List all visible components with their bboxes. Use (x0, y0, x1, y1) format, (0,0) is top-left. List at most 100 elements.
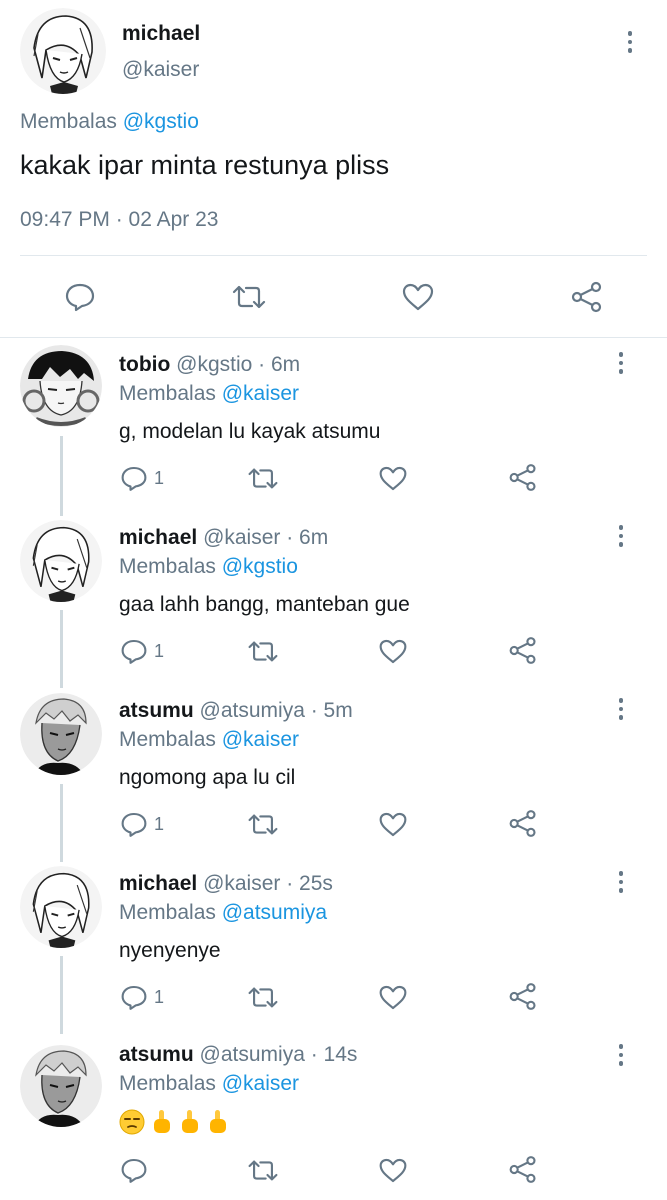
tweet-actions (0, 268, 667, 324)
reply-tweet[interactable]: atsumu @atsumiya · 5m Membalas @kaiser n… (0, 691, 667, 863)
michael-avatar[interactable] (20, 8, 106, 94)
reply-icon (121, 466, 147, 491)
like-icon (379, 639, 407, 664)
share-button[interactable] (508, 809, 538, 838)
reply-count: 1 (154, 814, 165, 834)
reply-header: atsumu @atsumiya · 5m (119, 699, 353, 723)
reply-tweet[interactable]: michael @kaiser · 25s Membalas @atsumiya… (0, 864, 667, 1036)
michael-avatar[interactable] (20, 520, 102, 602)
more-options-icon[interactable] (609, 695, 633, 723)
more-options-icon[interactable] (609, 522, 633, 550)
reply-meta: @kaiser · 6m (203, 526, 329, 549)
atsumu-avatar[interactable] (20, 693, 102, 775)
share-icon (571, 281, 602, 313)
replying-prefix: Membalas (119, 555, 216, 578)
more-options-icon[interactable] (609, 868, 633, 896)
author-handle[interactable]: @kaiser (122, 58, 199, 82)
share-icon (509, 983, 536, 1010)
replying-mention-link[interactable]: @atsumiya (222, 901, 327, 924)
replying-mention-link[interactable]: @kgstio (222, 555, 298, 578)
like-button[interactable] (378, 638, 408, 665)
more-options-icon[interactable] (609, 349, 633, 377)
reply-icon (121, 985, 147, 1010)
like-button[interactable] (378, 1157, 408, 1184)
like-icon (402, 283, 434, 311)
atsumu-avatar[interactable] (20, 1045, 102, 1127)
retweet-button[interactable] (246, 812, 280, 837)
share-button[interactable] (508, 636, 538, 665)
like-button[interactable] (378, 984, 408, 1011)
retweet-icon (248, 814, 278, 835)
tweet-text: kakak ipar minta restunya pliss (20, 150, 390, 180)
retweet-icon (248, 641, 278, 662)
reply-button[interactable] (64, 282, 96, 312)
reply-author-name[interactable]: michael (119, 526, 197, 549)
replying-prefix: Membalas (20, 110, 117, 133)
reply-author-name[interactable]: atsumu (119, 699, 194, 722)
retweet-button[interactable] (246, 1158, 280, 1183)
reply-count: 1 (154, 641, 165, 661)
reply-author-name[interactable]: michael (119, 872, 197, 895)
michael-avatar[interactable] (20, 866, 102, 948)
retweet-icon (232, 285, 266, 309)
replying-prefix: Membalas (119, 901, 216, 924)
replying-to: Membalas @kaiser (119, 728, 299, 752)
divider (20, 255, 647, 256)
like-button[interactable] (401, 282, 435, 312)
main-tweet: michael @kaiser Membalas @kgstio kakak i… (0, 0, 667, 338)
reply-count: 1 (154, 987, 165, 1007)
reply-header: atsumu @atsumiya · 14s (119, 1043, 357, 1067)
like-icon (379, 1158, 407, 1183)
reply-header: michael @kaiser · 25s (119, 872, 333, 896)
more-options-icon[interactable] (618, 28, 642, 56)
unamused-face-emoji (119, 1109, 145, 1135)
replying-prefix: Membalas (119, 728, 216, 751)
reply-button[interactable] (120, 1157, 154, 1184)
reply-meta: @kaiser · 25s (203, 872, 333, 895)
reply-emojis (119, 1109, 229, 1135)
middle-finger-emoji (154, 1110, 170, 1133)
replying-mention-link[interactable]: @kaiser (222, 1072, 299, 1095)
like-button[interactable] (378, 811, 408, 838)
reply-header: michael @kaiser · 6m (119, 526, 328, 550)
share-button[interactable] (508, 463, 538, 492)
reply-button[interactable]: 1 (120, 465, 164, 492)
middle-finger-emoji (210, 1110, 226, 1133)
reply-header: tobio @kgstio · 6m (119, 353, 300, 377)
tweet-timestamp[interactable]: 09:47 PM · 02 Apr 23 (20, 208, 218, 232)
reply-text: ngomong apa lu cil (119, 766, 296, 789)
retweet-button[interactable] (246, 466, 280, 491)
reply-tweet[interactable]: atsumu @atsumiya · 14s Membalas @kaiser (0, 1037, 667, 1200)
retweet-button[interactable] (246, 639, 280, 664)
reply-author-name[interactable]: tobio (119, 353, 170, 376)
retweet-icon (248, 987, 278, 1008)
replying-mention-link[interactable]: @kaiser (222, 728, 299, 751)
replying-mention-link[interactable]: @kaiser (222, 382, 299, 405)
reply-tweet[interactable]: tobio @kgstio · 6m Membalas @kaiser g, m… (0, 345, 667, 517)
tobio-avatar[interactable] (20, 345, 102, 427)
author-name[interactable]: michael (122, 22, 200, 46)
retweet-button[interactable] (230, 283, 268, 311)
replying-mention-link[interactable]: @kgstio (123, 110, 199, 133)
reply-author-name[interactable]: atsumu (119, 1043, 194, 1066)
reply-button[interactable]: 1 (120, 811, 164, 838)
share-button[interactable] (508, 982, 538, 1011)
reply-meta: @atsumiya · 14s (199, 1043, 358, 1066)
reply-tweet[interactable]: michael @kaiser · 6m Membalas @kgstio ga… (0, 518, 667, 690)
reply-icon (121, 812, 147, 837)
middle-finger-emoji (182, 1110, 198, 1133)
share-button[interactable] (508, 1155, 538, 1184)
replying-to: Membalas @atsumiya (119, 901, 327, 925)
reply-button[interactable]: 1 (120, 984, 164, 1011)
reply-text: gaa lahh bangg, manteban gue (119, 593, 410, 616)
reply-button[interactable]: 1 (120, 638, 164, 665)
retweet-icon (248, 468, 278, 489)
replying-to: Membalas @kgstio (20, 110, 199, 134)
more-options-icon[interactable] (609, 1041, 633, 1069)
replying-prefix: Membalas (119, 382, 216, 405)
share-button[interactable] (570, 281, 604, 313)
retweet-button[interactable] (246, 985, 280, 1010)
reply-icon (121, 1158, 147, 1183)
like-icon (379, 985, 407, 1010)
like-button[interactable] (378, 465, 408, 492)
